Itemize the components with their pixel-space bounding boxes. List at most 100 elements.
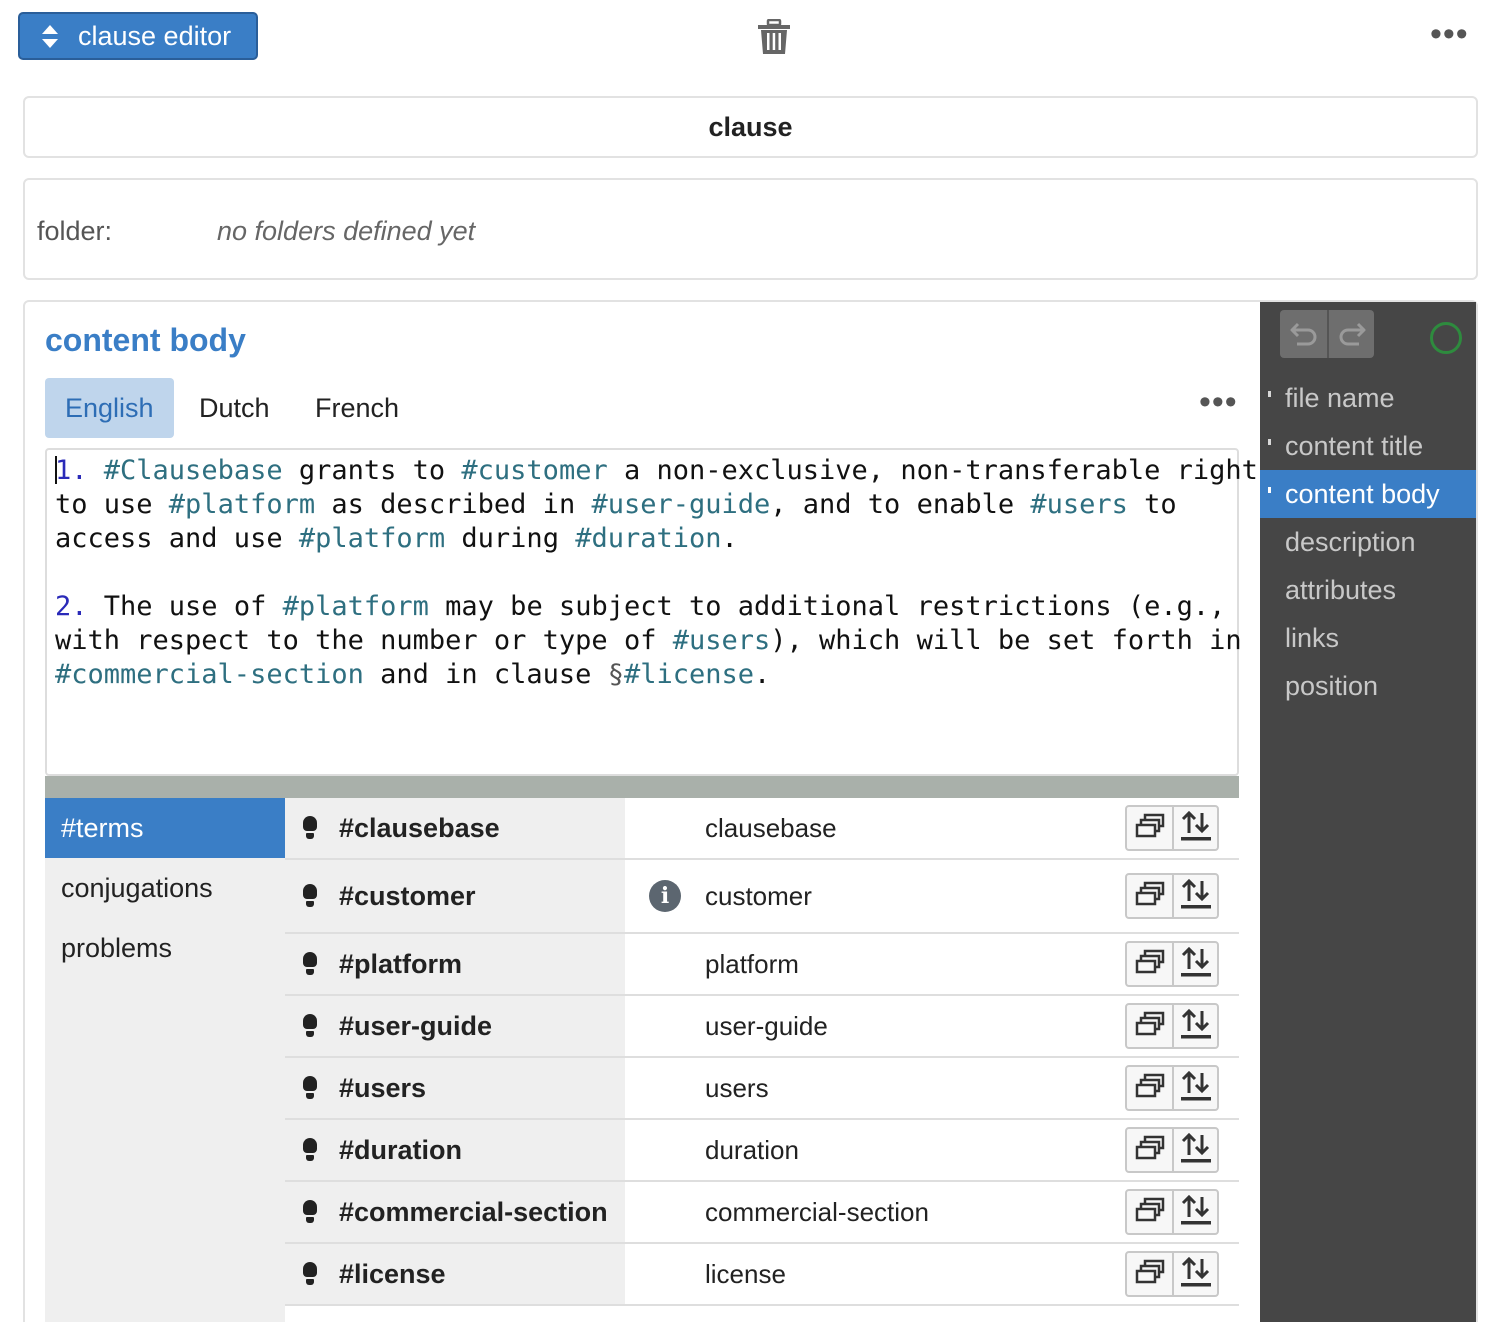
tab-dutch[interactable]: Dutch (179, 378, 290, 438)
term-name[interactable]: #clausebase (339, 813, 500, 844)
term-reference[interactable]: #platform (169, 489, 315, 520)
language-options-icon[interactable]: ••• (1199, 385, 1238, 419)
term-button-group (1125, 1251, 1219, 1297)
sidebar-item-file-name[interactable]: file name (1260, 374, 1476, 422)
term-value[interactable]: license (705, 1259, 786, 1290)
sidebar-item-content-title[interactable]: content title (1260, 422, 1476, 470)
copy-button[interactable] (1127, 1129, 1172, 1171)
sidebar-item-attributes[interactable]: attributes (1260, 566, 1476, 614)
term-reference[interactable]: #license (624, 659, 754, 690)
clause-text: grants to (282, 455, 462, 486)
term-reference[interactable]: #Clausebase (104, 455, 283, 486)
copy-button[interactable] (1127, 1005, 1172, 1047)
clause-title: clause (708, 111, 793, 142)
swap-button[interactable] (1172, 1005, 1217, 1047)
tab-english[interactable]: English (45, 378, 174, 438)
tab-problems[interactable]: problems (45, 918, 285, 978)
swap-button[interactable] (1172, 943, 1217, 985)
term-name-cell: #user-guide (285, 996, 625, 1056)
swap-button[interactable] (1172, 1253, 1217, 1295)
term-name[interactable]: #commercial-section (339, 1197, 608, 1228)
swap-button[interactable] (1172, 1129, 1217, 1171)
copy-windows-icon (1134, 812, 1166, 845)
term-value-cell: duration (705, 1120, 1125, 1180)
swap-arrows-icon (1179, 1255, 1213, 1294)
term-reference[interactable]: #duration (575, 523, 721, 554)
swap-button[interactable] (1172, 875, 1217, 917)
copy-button[interactable] (1127, 1253, 1172, 1295)
trash-icon[interactable] (757, 19, 791, 55)
term-value[interactable]: customer (705, 881, 812, 912)
copy-windows-icon (1134, 1258, 1166, 1291)
copy-button[interactable] (1127, 807, 1172, 849)
undo-button[interactable] (1280, 310, 1327, 358)
term-name[interactable]: #users (339, 1073, 426, 1104)
sidebar-item-links[interactable]: links (1260, 614, 1476, 662)
term-name[interactable]: #customer (339, 881, 476, 912)
swap-button[interactable] (1172, 807, 1217, 849)
sidebar-item-content-body[interactable]: content body (1260, 470, 1476, 518)
sidebar-item-label: content body (1285, 478, 1440, 509)
term-reference[interactable]: #users (1030, 489, 1128, 520)
lightbulb-icon[interactable] (303, 1014, 317, 1038)
term-value[interactable]: platform (705, 949, 799, 980)
redo-button[interactable] (1327, 310, 1374, 358)
term-name[interactable]: #user-guide (339, 1011, 492, 1042)
term-row: #license license (285, 1244, 1239, 1306)
bottom-panel-tabs: #terms conjugations problems (45, 798, 285, 1322)
copy-button[interactable] (1127, 943, 1172, 985)
clause-text: as described in (315, 489, 592, 520)
tab-terms[interactable]: #terms (45, 798, 285, 858)
term-row: #customer i customer (285, 860, 1239, 934)
lightbulb-icon[interactable] (303, 1138, 317, 1162)
term-actions (1125, 996, 1239, 1056)
swap-button[interactable] (1172, 1191, 1217, 1233)
status-indicator-icon (1430, 322, 1462, 354)
clause-text: . (721, 523, 738, 554)
clause-text: ), which will be set forth in (770, 625, 1242, 656)
term-name[interactable]: #platform (339, 949, 462, 980)
lightbulb-icon[interactable] (303, 952, 317, 976)
sidebar-item-label: description (1285, 526, 1416, 557)
term-button-group (1125, 1189, 1219, 1235)
term-value[interactable]: commercial-section (705, 1197, 929, 1228)
swap-button[interactable] (1172, 1067, 1217, 1109)
sidebar-item-description[interactable]: description (1260, 518, 1476, 566)
term-value[interactable]: users (705, 1073, 769, 1104)
copy-button[interactable] (1127, 875, 1172, 917)
clause-editor-dropdown[interactable]: clause editor (18, 12, 258, 60)
term-reference[interactable]: #platform (283, 591, 429, 622)
lightbulb-icon[interactable] (303, 1200, 317, 1224)
copy-button[interactable] (1127, 1067, 1172, 1109)
folder-value[interactable]: no folders defined yet (217, 216, 475, 247)
lightbulb-icon[interactable] (303, 1076, 317, 1100)
sidebar-item-position[interactable]: position (1260, 662, 1476, 710)
term-reference[interactable]: #user-guide (591, 489, 770, 520)
content-body-title: content body (45, 322, 246, 358)
term-value[interactable]: duration (705, 1135, 799, 1166)
term-value[interactable]: clausebase (705, 813, 837, 844)
term-info-cell (625, 1120, 705, 1180)
term-reference[interactable]: #commercial-section (55, 659, 364, 690)
tab-french[interactable]: French (295, 378, 419, 438)
term-name[interactable]: #duration (339, 1135, 462, 1166)
copy-button[interactable] (1127, 1191, 1172, 1233)
term-actions (1125, 1182, 1239, 1242)
more-options-icon[interactable]: ••• (1430, 17, 1469, 51)
lightbulb-icon[interactable] (303, 1262, 317, 1286)
marker-icon (1268, 391, 1271, 397)
lightbulb-icon[interactable] (303, 816, 317, 840)
marker-icon (1268, 439, 1271, 445)
term-value[interactable]: user-guide (705, 1011, 828, 1042)
panel-splitter[interactable] (45, 776, 1239, 798)
lightbulb-icon[interactable] (303, 884, 317, 908)
term-reference[interactable]: #customer (461, 455, 607, 486)
term-reference[interactable]: #platform (299, 523, 445, 554)
term-name[interactable]: #license (339, 1259, 446, 1290)
sidebar-item-label: position (1285, 670, 1379, 701)
info-icon[interactable]: i (649, 880, 681, 912)
clause-text-editor[interactable]: 1. #Clausebase grants to #customer a non… (45, 448, 1258, 776)
tab-conjugations[interactable]: conjugations (45, 858, 285, 918)
term-reference[interactable]: #users (673, 625, 771, 656)
term-name-cell: #users (285, 1058, 625, 1118)
